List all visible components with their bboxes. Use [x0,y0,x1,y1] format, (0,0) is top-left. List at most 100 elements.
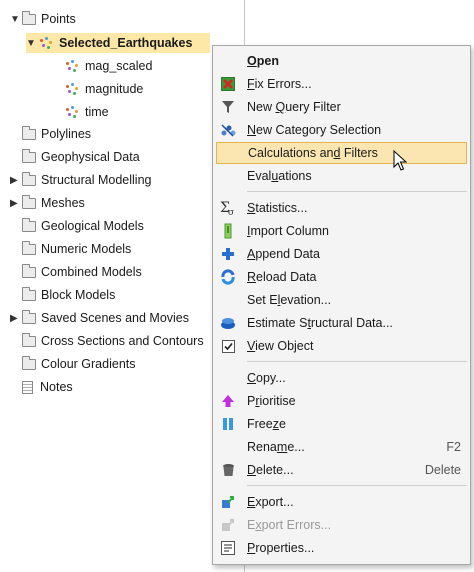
menu-item[interactable]: Export... [216,491,467,513]
menu-item[interactable]: Estimate Structural Data... [216,312,467,334]
menu-item[interactable]: View Object [216,335,467,357]
tree-item[interactable]: ▶ Saved Scenes and Movies [10,308,189,328]
menu-item-label: Prioritise [247,394,296,408]
menu-item-label: Calculations and Filters [248,146,378,160]
tree-item-column[interactable]: mag_scaled [64,56,152,76]
folder-icon [22,309,36,324]
menu-item[interactable]: Open [216,50,467,72]
menu-item[interactable]: Prioritise [216,390,467,412]
menu-item-label: Rename... [247,440,305,454]
menu-item[interactable]: Evaluations [216,165,467,187]
menu-item[interactable]: Copy... [216,367,467,389]
menu-item-label: Append Data [247,247,320,261]
menu-item-label: Import Column [247,224,329,238]
tree-item-label: Points [41,12,76,26]
tree-item-column[interactable]: time [64,102,109,122]
notes-icon [22,380,33,394]
folder-icon [22,148,36,163]
menu-item[interactable]: Fix Errors... [216,73,467,95]
tree-item-selected-earthquakes[interactable]: ▼ Selected_Earthquakes [26,33,210,53]
shortcut-label: F2 [446,440,461,454]
menu-item-label: Export Errors... [247,518,332,532]
tree-item[interactable]: Combined Models [10,262,142,282]
menu-item-label: Estimate Structural Data... [247,316,393,330]
points-icon [64,59,80,73]
menu-item[interactable]: Export Errors... [216,514,467,536]
fix-errors-icon [220,76,236,92]
menu-item-label: Export... [247,495,294,509]
menu-separator [247,485,467,486]
collapsed-arrow-icon[interactable]: ▶ [10,313,22,324]
tree-item-points[interactable]: ▼ Points [10,9,76,29]
menu-item[interactable]: New Category Selection [216,119,467,141]
menu-item[interactable]: Freeze [216,413,467,435]
menu-icon-slot [220,168,236,184]
menu-icon-slot [221,145,237,161]
tree-item-label: Geological Models [41,219,144,233]
tree-item-label: magnitude [85,82,144,96]
menu-item[interactable]: Append Data [216,243,467,265]
shortcut-label: Delete [424,463,461,477]
properties-icon [220,540,236,556]
folder-icon [22,240,36,255]
project-tree: ▼ Points ▼ Selected_Earthquakes mag_scal… [0,0,246,572]
menu-item[interactable]: Import Column [216,220,467,242]
folder-icon [22,332,36,347]
menu-item-label: Freeze [247,417,286,431]
export-icon [220,494,236,510]
folder-icon [22,171,36,186]
tree-item-label: Geophysical Data [41,150,140,164]
tree-item-column[interactable]: magnitude [64,79,143,99]
menu-item-label: Evaluations [247,169,312,183]
menu-separator [247,191,467,192]
menu-separator [247,361,467,362]
tree-item[interactable]: Geophysical Data [10,147,140,167]
menu-item[interactable]: Properties... [216,537,467,559]
menu-item-label: Open [247,54,279,68]
menu-item-label: Copy... [247,371,286,385]
points-icon [64,105,80,119]
tree-item[interactable]: Block Models [10,285,115,305]
menu-icon-slot [220,53,236,69]
tree-item-label: Notes [40,380,73,394]
tree-item[interactable]: Colour Gradients [10,354,136,374]
menu-item[interactable]: Delete... Delete [216,459,467,481]
tree-item[interactable]: Notes [10,377,73,397]
statistics-icon: Σσ [220,200,236,216]
tree-item[interactable]: ▶ Structural Modelling [10,170,151,190]
tree-item-label: mag_scaled [85,59,153,73]
tree-item[interactable]: Numeric Models [10,239,131,259]
tree-item[interactable]: Polylines [10,124,91,144]
collapsed-arrow-icon[interactable]: ▶ [10,175,22,186]
menu-item[interactable]: Set Elevation... [216,289,467,311]
append-data-icon [220,246,236,262]
tree-item[interactable]: Cross Sections and Contours [10,331,204,351]
points-icon [64,82,80,96]
menu-item[interactable]: Σσ Statistics... [216,197,467,219]
menu-item[interactable]: Calculations and Filters [216,142,467,164]
menu-item[interactable]: New Query Filter [216,96,467,118]
menu-item-label: Reload Data [247,270,317,284]
menu-icon-slot [220,292,236,308]
menu-item-label: New Query Filter [247,100,341,114]
tree-item[interactable]: Geological Models [10,216,144,236]
menu-item-label: View Object [247,339,314,353]
tree-item-label: Colour Gradients [41,357,136,371]
tree-item-label: time [85,105,109,119]
folder-icon [22,10,36,25]
menu-icon-slot [220,370,236,386]
tree-item-label: Selected_Earthquakes [59,36,193,50]
tree-item[interactable]: ▶ Meshes [10,193,85,213]
collapsed-arrow-icon[interactable]: ▶ [10,198,22,209]
tree-item-label: Meshes [41,196,85,210]
tree-item-label: Structural Modelling [41,173,152,187]
menu-item[interactable]: Rename... F2 [216,436,467,458]
tree-item-label: Block Models [41,288,116,302]
menu-icon-slot [220,439,236,455]
prioritise-arrow-icon [220,393,236,409]
expanded-arrow-icon[interactable]: ▼ [10,14,22,25]
menu-item-label: Fix Errors... [247,77,312,91]
menu-item[interactable]: Reload Data [216,266,467,288]
expanded-arrow-icon[interactable]: ▼ [26,38,38,49]
folder-icon [22,194,36,209]
